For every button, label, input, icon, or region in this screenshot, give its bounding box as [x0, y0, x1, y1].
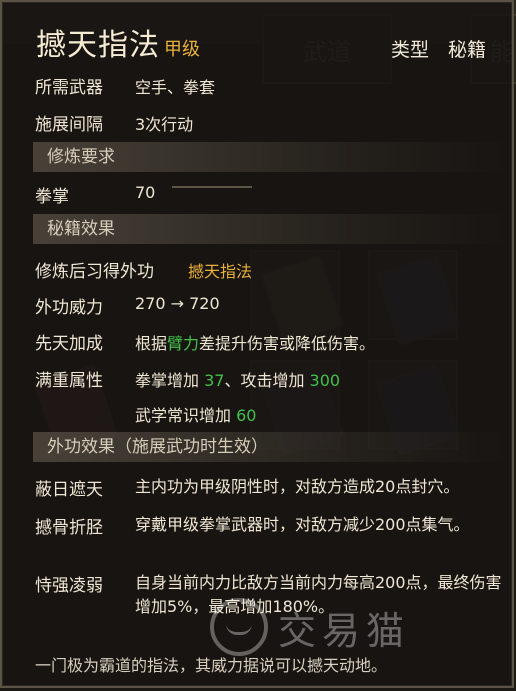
- skill-effect-name: 撼骨折胫: [35, 518, 103, 538]
- full-attr-line2: 武学常识增加 60: [135, 406, 257, 425]
- interval-label: 施展间隔: [35, 115, 103, 135]
- power-value: 270 → 720: [135, 294, 220, 313]
- item-type-label: 类型: [391, 39, 430, 61]
- skill-effect-name: 蔽日遮天: [35, 480, 103, 500]
- power-label: 外功威力: [35, 298, 103, 318]
- item-grade: 甲级: [164, 39, 200, 60]
- requirements-header: 修炼要求: [33, 142, 503, 172]
- skill-effects-header: 外功效果（施展武功时生效）: [33, 432, 503, 462]
- item-title-row: 撼天指法 甲级: [36, 20, 200, 64]
- skill-effect-name: 恃强凌弱: [35, 576, 103, 596]
- effects-header: 秘籍效果: [33, 214, 503, 244]
- learn-label: 修炼后习得外功: [35, 262, 154, 282]
- watermark-cat-logo-icon: [210, 598, 268, 656]
- weapon-label: 所需武器: [35, 78, 103, 98]
- full-attr-label: 满重属性: [35, 371, 103, 391]
- item-tooltip: 撼天指法 甲级 类型 秘籍 所需武器 空手、拳套 施展间隔 3次行动 修炼要求 …: [0, 0, 514, 688]
- full-attr-line1: 拳掌增加 37、攻击增加 300: [135, 371, 341, 390]
- requirement-divider: [172, 186, 252, 188]
- learn-value: 撼天指法: [188, 262, 253, 281]
- skill-effect-desc: 主内功为甲级阴性时，对敌方造成20点封穴。: [135, 477, 460, 496]
- weapon-value: 空手、拳套: [135, 78, 216, 97]
- item-type-value: 秘籍: [448, 39, 487, 61]
- watermark: 交易猫: [210, 598, 410, 656]
- requirement-skill-label: 拳掌: [35, 187, 69, 207]
- item-name: 撼天指法: [36, 28, 160, 63]
- innate-label: 先天加成: [35, 334, 103, 354]
- watermark-text: 交易猫: [278, 608, 411, 653]
- innate-value: 根据臂力差提升伤害或降低伤害。: [135, 334, 376, 353]
- interval-value: 3次行动: [135, 115, 194, 134]
- skill-effect-desc: 穿戴甲级拳掌武器时，对敌方减少200点集气。: [135, 515, 470, 534]
- requirement-skill-value: 70: [135, 183, 156, 202]
